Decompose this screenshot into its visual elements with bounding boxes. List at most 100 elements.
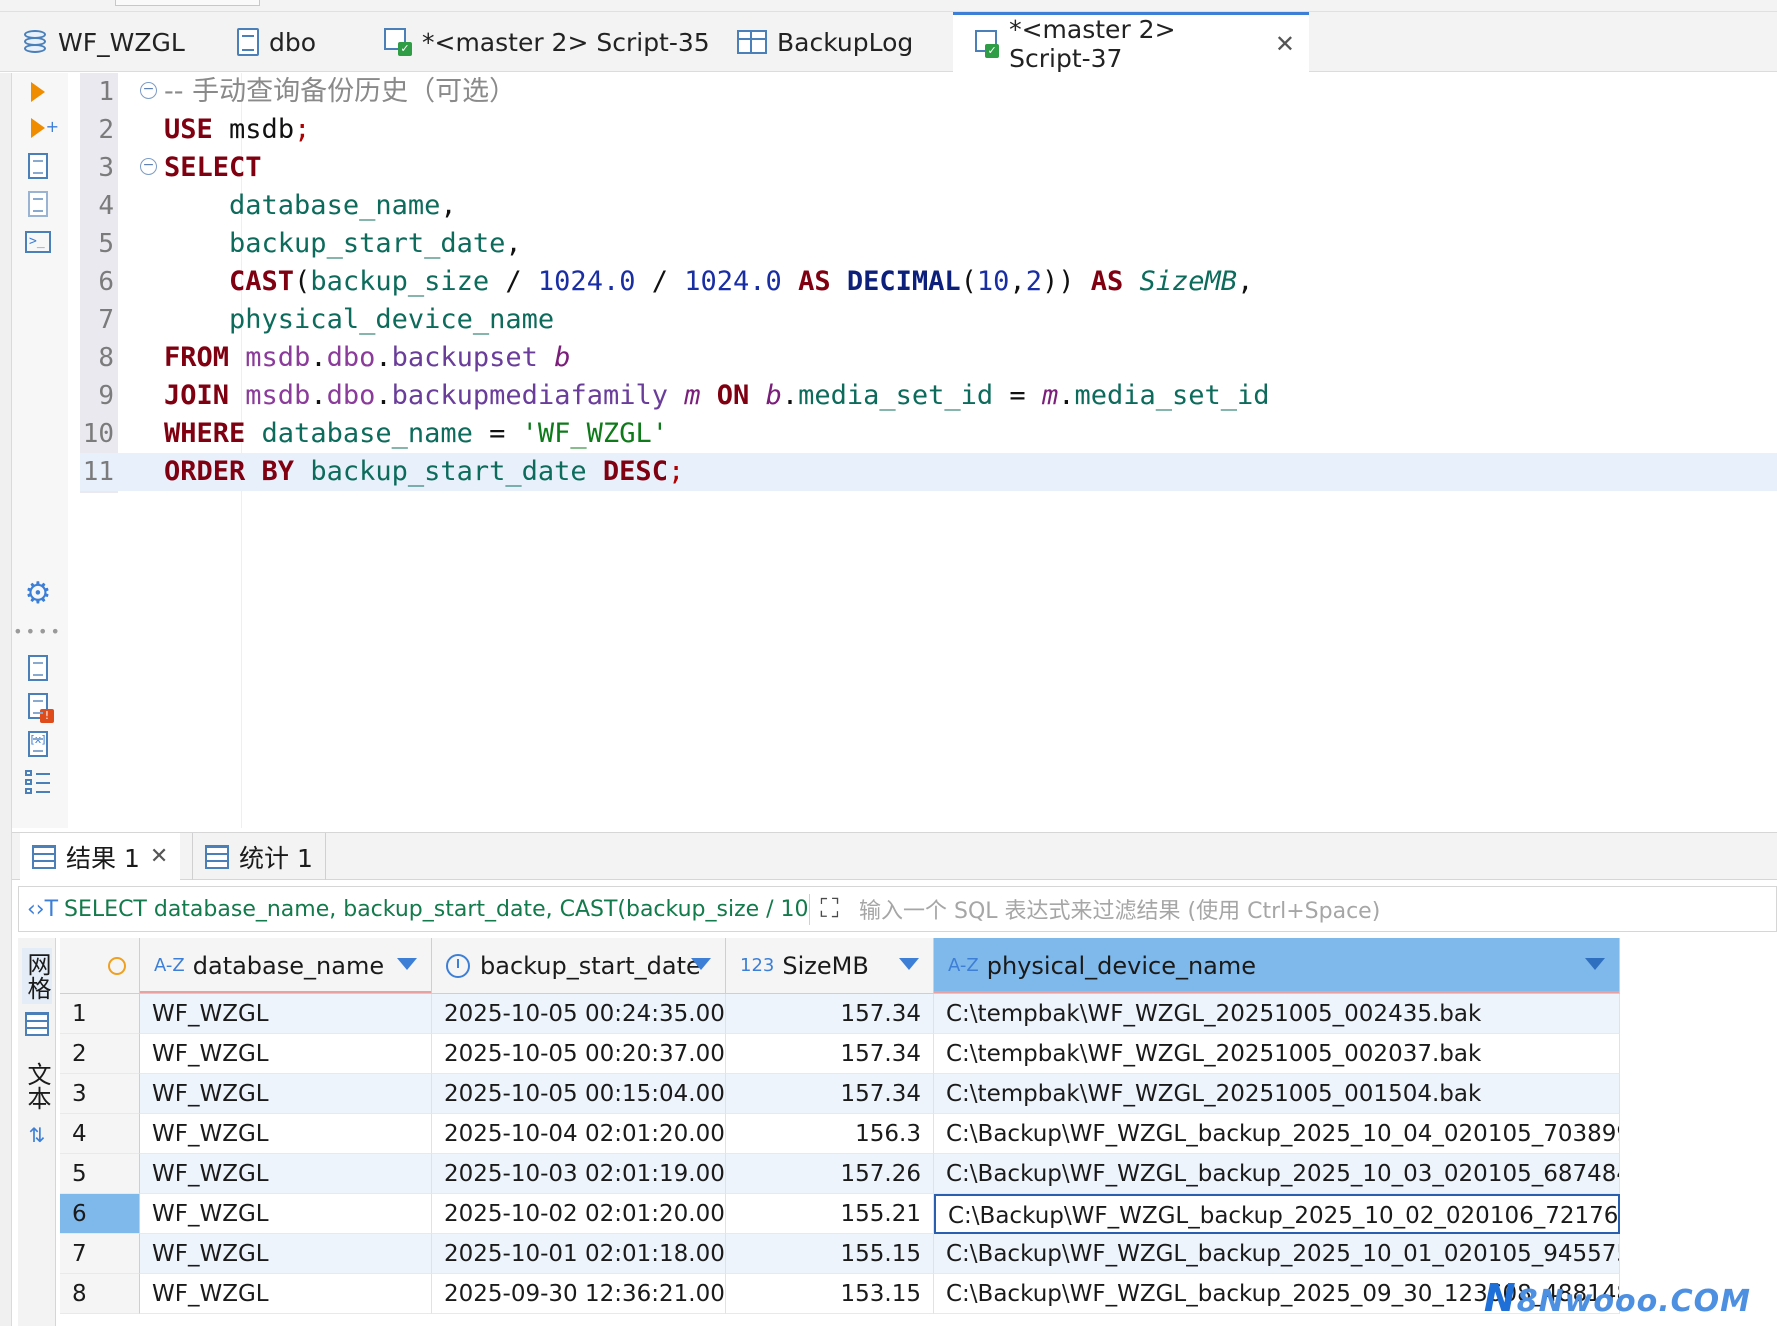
filter-input[interactable]: 输入一个 SQL 表达式来过滤结果 (使用 Ctrl+Space) [849,893,1380,925]
tab-script-37[interactable]: ✓ *<master 2> Script-37 ✕ [953,12,1309,73]
fold-toggle-icon[interactable]: − [140,158,157,175]
cell-backup-start-date[interactable]: 2025-10-05 00:15:04.000 [432,1074,726,1114]
cell-size-mb[interactable]: 157.34 [726,1034,934,1074]
table-row[interactable]: 1 WF_WZGL 2025-10-05 00:24:35.000 157.34… [60,994,1777,1034]
cell-backup-start-date[interactable]: 2025-10-04 02:01:20.000 [432,1114,726,1154]
row-number[interactable]: 7 [60,1234,140,1274]
fold-toggle-icon[interactable]: − [140,82,157,99]
cell-backup-start-date[interactable]: 2025-10-05 00:20:37.000 [432,1034,726,1074]
tab-statistics-1[interactable]: 统计 1 [192,833,326,880]
column-ref: backup_start_date [229,228,506,259]
cell-database-name[interactable]: WF_WZGL [140,1234,432,1274]
tab-label: *<master 2> Script-35 [422,27,710,57]
column-name: SizeMB [782,951,869,980]
tab-wf-wzgl[interactable]: WF_WZGL [0,12,199,72]
cell-physical-device-name[interactable]: C:\Backup\WF_WZGL_backup_2025_10_03_0201… [934,1154,1620,1194]
execute-script-new-tab-icon[interactable] [20,189,56,219]
expand-icon[interactable]: ⛶ [809,893,849,925]
text-view-tab[interactable]: 文本 [22,1058,52,1114]
number-literal: 2 [1025,266,1042,297]
table-row-selected[interactable]: 6 WF_WZGL 2025-10-02 02:01:20.000 155.21… [60,1194,1777,1234]
cell-backup-start-date[interactable]: 2025-10-05 00:24:35.000 [432,994,726,1034]
tab-label: 统计 1 [239,843,313,873]
left-edge-strip [0,73,12,1326]
keyword: CAST [229,266,295,297]
row-number[interactable]: 8 [60,1274,140,1314]
table-row[interactable]: 2 WF_WZGL 2025-10-05 00:20:37.000 157.34… [60,1034,1777,1074]
query-text[interactable]: ‹›T SELECT database_name, backup_start_da… [19,897,809,922]
cell-size-mb[interactable]: 157.34 [726,994,934,1034]
row-number[interactable]: 6 [60,1194,140,1234]
sort-arrow-icon[interactable] [1585,958,1605,970]
cell-backup-start-date[interactable]: 2025-09-30 12:36:21.000 [432,1274,726,1314]
outline-icon[interactable] [20,767,56,797]
column-header[interactable]: A-Z database_name [140,938,432,994]
column-header[interactable]: 123 SizeMB [726,938,934,994]
sort-arrow-icon[interactable] [691,958,711,970]
identifier: msdb [229,114,295,145]
cell-size-mb[interactable]: 157.34 [726,1074,934,1114]
table-ref: backupset [391,342,538,373]
cell-size-mb[interactable]: 155.21 [726,1194,934,1234]
row-number[interactable]: 2 [60,1034,140,1074]
tab-fragment [115,0,260,6]
tab-backuplog[interactable]: BackupLog [715,12,927,72]
explain-plan-icon[interactable]: >_ [20,227,56,257]
cell-size-mb[interactable]: 156.3 [726,1114,934,1154]
cell-backup-start-date[interactable]: 2025-10-01 02:01:18.000 [432,1234,726,1274]
transpose-icon[interactable]: ⇅ [22,1120,52,1150]
variables-icon[interactable]: [x] [20,729,56,759]
sql-editor[interactable]: 1 − -- 手动查询备份历史（可选） 2 USE msdb; 3 − SELE… [80,73,1777,828]
type-keyword: DECIMAL [846,266,961,297]
cell-physical-device-name[interactable]: C:\tempbak\WF_WZGL_20251005_002037.bak [934,1034,1620,1074]
row-number[interactable]: 5 [60,1154,140,1194]
cell-physical-device-name[interactable]: C:\Backup\WF_WZGL_backup_2025_10_01_0201… [934,1234,1620,1274]
cell-backup-start-date[interactable]: 2025-10-03 02:01:19.000 [432,1154,726,1194]
watermark-text: 8Nwooo.COM [1516,1284,1751,1319]
cell-physical-device-name[interactable]: C:\tempbak\WF_WZGL_20251005_002435.bak [934,994,1620,1034]
cell-size-mb[interactable]: 155.15 [726,1234,934,1274]
cell-backup-start-date[interactable]: 2025-10-02 02:01:20.000 [432,1194,726,1234]
cell-physical-device-name[interactable]: C:\Backup\WF_WZGL_backup_2025_10_04_0201… [934,1114,1620,1154]
problems-icon[interactable] [20,691,56,723]
cell-size-mb[interactable]: 153.15 [726,1274,934,1314]
cell-database-name[interactable]: WF_WZGL [140,1194,432,1234]
table-row[interactable]: 3 WF_WZGL 2025-10-05 00:15:04.000 157.34… [60,1074,1777,1114]
export-icon[interactable] [20,653,56,683]
cell-database-name[interactable]: WF_WZGL [140,1274,432,1314]
cell-database-name[interactable]: WF_WZGL [140,1154,432,1194]
window-top-strip [0,0,1777,12]
table-row[interactable]: 7 WF_WZGL 2025-10-01 02:01:18.000 155.15… [60,1234,1777,1274]
close-icon[interactable]: ✕ [150,844,168,869]
cell-physical-device-name-focused[interactable]: C:\Backup\WF_WZGL_backup_2025_10_02_0201… [934,1194,1620,1234]
row-number[interactable]: 1 [60,994,140,1034]
sort-arrow-icon[interactable] [899,958,919,970]
tab-script-35[interactable]: ✓ *<master 2> Script-35 [362,12,724,72]
column-header[interactable]: backup_start_date [432,938,726,994]
cell-database-name[interactable]: WF_WZGL [140,1074,432,1114]
tab-dbo[interactable]: dbo [215,12,330,72]
table-row[interactable]: 4 WF_WZGL 2025-10-04 02:01:20.000 156.3 … [60,1114,1777,1154]
cell-database-name[interactable]: WF_WZGL [140,1034,432,1074]
execute-script-icon[interactable] [20,151,56,181]
column-header-selected[interactable]: A-Z physical_device_name [934,938,1620,994]
gear-icon[interactable]: ⚙ [20,576,56,611]
more-icon[interactable]: •••• [13,616,60,646]
execute-in-new-tab-icon[interactable] [20,113,59,143]
grid-view-tab[interactable]: 网格 [22,948,52,1004]
keyword: FROM [164,342,230,373]
row-header-corner[interactable] [60,938,140,994]
table-grid-icon[interactable] [22,1008,52,1042]
site-watermark: N8Nwooo.COM [1484,1276,1751,1320]
row-number[interactable]: 4 [60,1114,140,1154]
cell-size-mb[interactable]: 157.26 [726,1154,934,1194]
cell-physical-device-name[interactable]: C:\tempbak\WF_WZGL_20251005_001504.bak [934,1074,1620,1114]
execute-statement-icon[interactable] [20,77,56,107]
tab-results-1[interactable]: 结果 1 ✕ [20,833,181,880]
sort-arrow-icon[interactable] [397,958,417,970]
row-number[interactable]: 3 [60,1074,140,1114]
cell-database-name[interactable]: WF_WZGL [140,1114,432,1154]
cell-database-name[interactable]: WF_WZGL [140,994,432,1034]
table-row[interactable]: 5 WF_WZGL 2025-10-03 02:01:19.000 157.26… [60,1154,1777,1194]
close-icon[interactable]: ✕ [1275,30,1295,58]
